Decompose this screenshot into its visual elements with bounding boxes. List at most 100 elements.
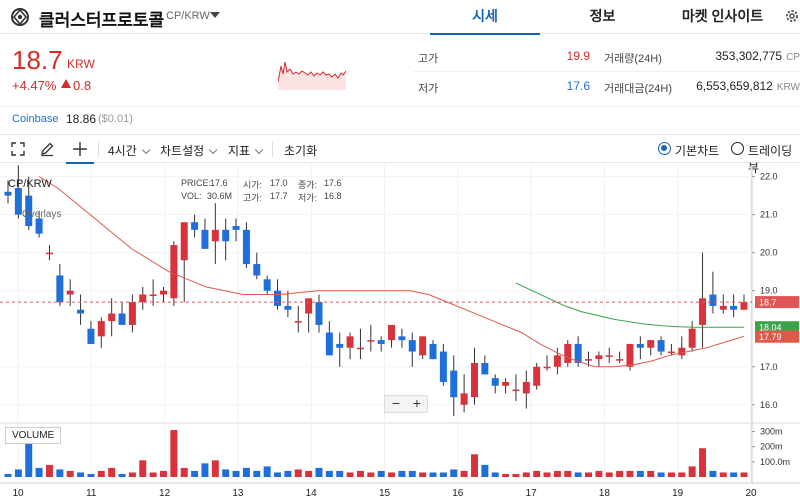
- x-tick-label: 20: [745, 488, 757, 498]
- candle-body: [470, 362, 478, 398]
- tradingview-radio[interactable]: [731, 142, 744, 155]
- candle-body: [553, 355, 561, 367]
- candle-body: [305, 298, 313, 314]
- candlestick-chart[interactable]: 10 11 12 13 14 15 16 17 18 19 20 22.0 21.0 20.0 19.0 17…: [0, 165, 800, 498]
- candle-body: [45, 252, 53, 255]
- volume-bar: [709, 470, 717, 477]
- candle-body: [35, 218, 43, 234]
- tab-market-insight[interactable]: 마켓 인사이트: [665, 0, 780, 34]
- toolbar-separator: [98, 141, 99, 157]
- volume-bar: [429, 472, 437, 477]
- volume-bar: [346, 472, 354, 477]
- trade-value: 6,553,659,812 KRW: [660, 79, 800, 93]
- price-unit: KRW: [67, 57, 95, 71]
- basic-chart-label[interactable]: 기본차트: [675, 142, 719, 159]
- candle-body: [325, 332, 333, 356]
- candle-body: [719, 305, 727, 310]
- volume-bar: [356, 470, 364, 477]
- volume-bar: [191, 470, 199, 477]
- candle-body: [294, 321, 302, 323]
- gear-icon[interactable]: [784, 8, 800, 24]
- chart-settings-dropdown[interactable]: 차트설정: [160, 142, 218, 159]
- candle-body: [408, 340, 416, 352]
- candle-body: [419, 336, 427, 356]
- candle-body: [149, 294, 157, 296]
- candle-body: [543, 366, 551, 369]
- coin-pair: CP/KRW: [166, 10, 210, 22]
- up-triangle-icon: [61, 79, 71, 88]
- crosshair-icon[interactable]: [72, 141, 88, 157]
- volume-bar: [574, 472, 582, 477]
- volume-bar: [45, 464, 53, 477]
- tab-market-price[interactable]: 시세: [430, 0, 540, 35]
- indicators-dropdown[interactable]: 지표: [228, 142, 264, 159]
- zoom-out-button[interactable]: −: [386, 396, 406, 412]
- volume-bar: [87, 473, 95, 477]
- volume-bar: [616, 470, 624, 477]
- ohlc-vol: 30.6M: [207, 191, 233, 201]
- x-tick-label: 16: [452, 488, 464, 498]
- volume-bar: [719, 472, 727, 477]
- interval-dropdown[interactable]: 4시간: [108, 142, 151, 159]
- volume-bar: [180, 467, 188, 477]
- interval-label: 4시간: [108, 144, 137, 158]
- ohlc-vol-label: VOL:: [181, 191, 202, 201]
- candle-body: [108, 313, 116, 322]
- volume-bar: [139, 460, 147, 477]
- basic-chart-radio[interactable]: [658, 142, 671, 155]
- exchange-row: Coinbase 18.86 ($0.01): [0, 106, 800, 132]
- low-value: 17.6: [566, 79, 590, 93]
- candle-body: [180, 222, 188, 261]
- x-tick-label: 11: [86, 488, 97, 498]
- candle-body: [87, 328, 95, 344]
- candle-body: [356, 347, 364, 350]
- candle-body: [595, 355, 603, 360]
- candle-body: [170, 245, 178, 299]
- volume-bar: [128, 472, 136, 477]
- candle-body: [263, 279, 271, 291]
- tab-info[interactable]: 정보: [545, 0, 660, 34]
- volume-bar: [232, 470, 240, 477]
- x-tick-label: 19: [672, 488, 684, 498]
- candle-body: [657, 340, 665, 352]
- volume-bar: [294, 469, 302, 477]
- candle-body: [222, 229, 230, 242]
- fullscreen-icon[interactable]: [10, 141, 26, 157]
- volume-bar: [626, 470, 634, 477]
- volume-bar: [699, 448, 707, 477]
- volume-bar: [56, 469, 64, 477]
- volume-bar: [305, 470, 313, 477]
- zoom-in-button[interactable]: +: [407, 396, 427, 412]
- candle-body: [253, 264, 261, 276]
- y-tick-label: 20.0: [760, 248, 778, 258]
- candle-body: [688, 328, 696, 348]
- x-tick-label: 12: [159, 488, 171, 498]
- header-bar: 클러스터프로토콜 CP/KRW 시세 정보 마켓 인사이트: [0, 0, 800, 35]
- candle-body: [118, 313, 126, 325]
- volume-bar: [450, 469, 458, 477]
- volume-bar: [242, 467, 250, 477]
- chart-canvas[interactable]: 10 11 12 13 14 15 16 17 18 19 20 22.0 21.0 20.0 19.0 17…: [0, 165, 800, 498]
- volume-tick-label: 200m: [760, 442, 783, 452]
- reset-button[interactable]: 초기화: [284, 142, 317, 159]
- volume-bar: [460, 470, 468, 477]
- volume-bar: [585, 472, 593, 477]
- exchange-name[interactable]: Coinbase: [12, 113, 58, 125]
- candle-body: [450, 370, 458, 398]
- candle-body: [585, 359, 593, 361]
- ohlc-high-label: 고가:: [243, 193, 263, 203]
- volume-bar: [522, 472, 530, 477]
- candle-body: [274, 290, 282, 306]
- candle-body: [512, 389, 520, 392]
- volume-bar: [491, 472, 499, 477]
- pencil-icon[interactable]: [39, 141, 55, 157]
- volume-bar: [222, 469, 230, 477]
- volume-bar: [66, 470, 74, 477]
- volume-bar: [636, 470, 644, 477]
- overlays-label[interactable]: Overlays: [22, 209, 61, 220]
- ohlc-low-label: 저가:: [298, 193, 318, 203]
- change-amount: 0.8: [73, 78, 92, 93]
- volume-bar: [502, 473, 510, 477]
- volume-value: 353,302,775 CP: [660, 49, 800, 63]
- coin-select-caret-icon[interactable]: [210, 12, 220, 18]
